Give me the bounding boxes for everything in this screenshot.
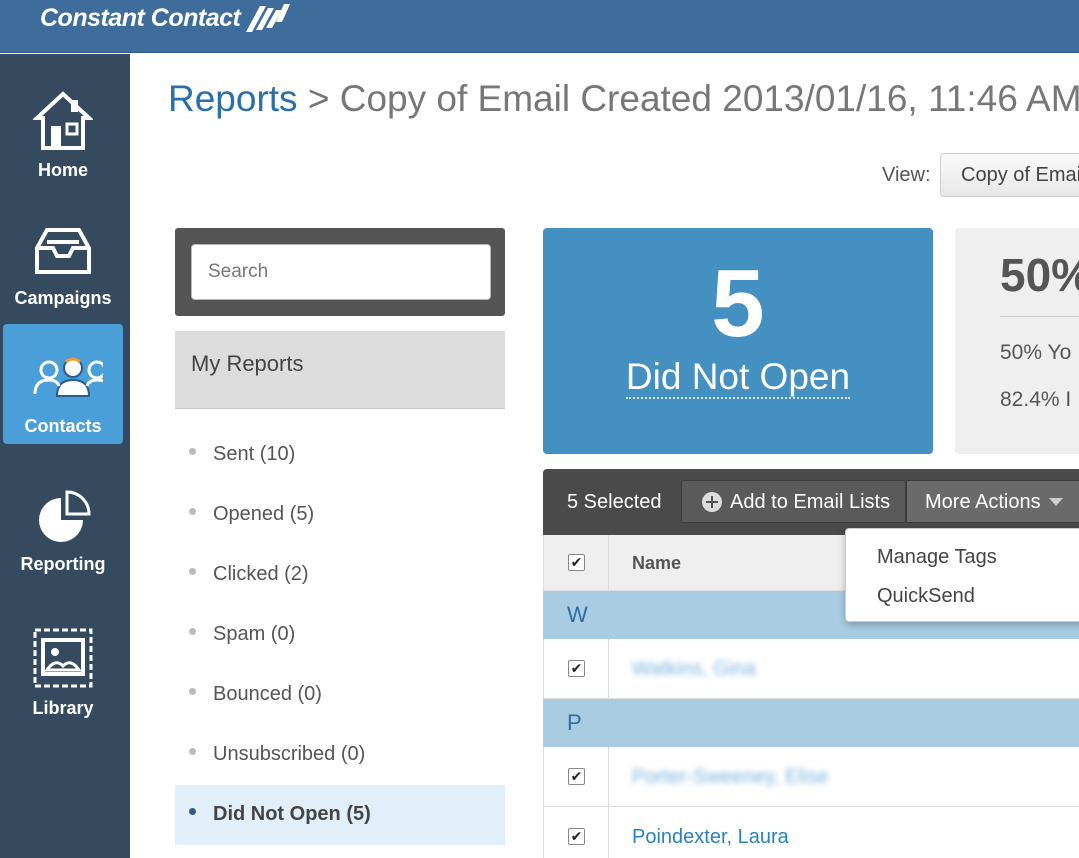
report-item-label: Did Not Open (5) xyxy=(213,803,371,825)
breadcrumb-separator: > xyxy=(297,78,340,119)
more-actions-button[interactable]: More Actions xyxy=(906,480,1079,523)
nav-campaigns-label: Campaigns xyxy=(14,288,112,308)
my-reports-heading: My Reports xyxy=(175,331,505,409)
table-row: ✔ Porter-Sweeney, Elise xyxy=(543,747,1079,807)
campaigns-icon xyxy=(35,228,91,274)
nav-reporting[interactable]: Reporting xyxy=(3,462,123,582)
more-actions-menu: Manage Tags QuickSend xyxy=(845,528,1079,622)
nav-library-label: Library xyxy=(32,698,94,718)
menu-item-quicksend[interactable]: QuickSend xyxy=(877,585,975,608)
add-to-email-lists-button[interactable]: Add to Email Lists xyxy=(681,480,906,523)
chevron-down-icon xyxy=(1049,498,1063,506)
report-item-clicked[interactable]: Clicked (2) xyxy=(175,545,505,605)
report-item-label: Clicked (2) xyxy=(213,563,309,585)
breadcrumb-reports-link[interactable]: Reports xyxy=(168,78,298,119)
bullet-icon xyxy=(189,628,196,635)
row-checkbox[interactable]: ✔ xyxy=(568,660,585,677)
open-rate-line-2: 82.4% I xyxy=(1000,388,1072,411)
add-button-label: Add to Email Lists xyxy=(730,491,891,513)
report-item-label: Bounced (0) xyxy=(213,683,322,705)
row-check-cell: ✔ xyxy=(544,747,609,806)
bullet-icon xyxy=(189,508,196,515)
bullet-icon xyxy=(189,688,196,695)
stat-label[interactable]: Did Not Open xyxy=(543,356,933,399)
view-label: View: xyxy=(882,164,931,186)
selected-count: 5 Selected xyxy=(567,491,662,513)
row-check-cell: ✔ xyxy=(544,639,609,698)
select-all-checkbox[interactable]: ✔ xyxy=(568,554,585,571)
plus-circle-icon xyxy=(702,492,722,512)
report-item-sent[interactable]: Sent (10) xyxy=(175,425,505,485)
nav-home-label: Home xyxy=(37,160,88,180)
contact-name-link[interactable]: Watkins, Gina xyxy=(632,658,756,681)
row-checkbox[interactable]: ✔ xyxy=(568,768,585,785)
nav-library[interactable]: Library xyxy=(3,606,123,726)
report-item-did-not-open[interactable]: Did Not Open (5) xyxy=(175,785,505,845)
did-not-open-tile: 5 Did Not Open xyxy=(543,228,933,454)
home-icon xyxy=(33,91,93,150)
contact-name-link[interactable]: Porter-Sweeney, Elise xyxy=(632,766,828,789)
search-input[interactable] xyxy=(191,244,491,300)
table-row: ✔ Poindexter, Laura xyxy=(543,807,1079,858)
report-item-spam[interactable]: Spam (0) xyxy=(175,605,505,665)
bullet-icon xyxy=(189,448,196,455)
contacts-toolbar: 5 Selected Add to Email Lists More Actio… xyxy=(543,469,1079,535)
report-list: Sent (10) Opened (5) Clicked (2) Spam (0… xyxy=(175,425,505,845)
search-panel xyxy=(175,228,505,316)
nav-contacts[interactable]: Contacts xyxy=(3,324,123,444)
report-item-label: Opened (5) xyxy=(213,503,315,525)
open-rate-percent: 50% xyxy=(1000,249,1079,301)
brand-logo-icon xyxy=(246,4,290,32)
nav-contacts-label: Contacts xyxy=(24,416,102,436)
breadcrumb-current: Copy of Email Created 2013/01/16, 11:46 … xyxy=(339,78,1079,119)
nav-reporting-label: Reporting xyxy=(20,554,106,574)
select-all-cell: ✔ xyxy=(544,535,609,591)
image-library-icon xyxy=(33,628,93,688)
open-rate-line-1: 50% Yo xyxy=(1000,341,1072,364)
stat-label-text: Did Not Open xyxy=(625,356,851,399)
left-navigation: Home Campaigns Contacts Reporting Librar… xyxy=(0,54,130,858)
report-item-opened[interactable]: Opened (5) xyxy=(175,485,505,545)
group-letter: W xyxy=(567,602,588,627)
bullet-icon xyxy=(189,748,196,755)
report-item-label: Unsubscribed (0) xyxy=(213,743,366,765)
report-item-label: Spam (0) xyxy=(213,623,296,645)
bullet-icon xyxy=(189,808,196,815)
nav-home[interactable]: Home xyxy=(3,68,123,188)
brand-logo-text[interactable]: Constant Contact xyxy=(40,4,241,33)
contact-name-link[interactable]: Poindexter, Laura xyxy=(632,826,789,849)
pie-chart-icon xyxy=(39,490,91,542)
menu-item-manage-tags[interactable]: Manage Tags xyxy=(877,546,997,569)
table-row: ✔ Watkins, Gina xyxy=(543,639,1079,699)
report-item-unsubscribed[interactable]: Unsubscribed (0) xyxy=(175,725,505,785)
group-letter: P xyxy=(567,710,582,735)
bullet-icon xyxy=(189,568,196,575)
divider xyxy=(1000,316,1079,317)
report-item-label: Sent (10) xyxy=(213,443,296,465)
row-check-cell: ✔ xyxy=(544,807,609,858)
row-checkbox[interactable]: ✔ xyxy=(568,828,585,845)
breadcrumb: Reports > Copy of Email Created 2013/01/… xyxy=(168,78,1079,120)
report-item-bounced[interactable]: Bounced (0) xyxy=(175,665,505,725)
nav-campaigns[interactable]: Campaigns xyxy=(3,196,123,316)
open-rate-tile: 50% 50% Yo 82.4% I xyxy=(955,228,1079,454)
column-header-name[interactable]: Name xyxy=(632,553,681,574)
view-select[interactable]: Copy of Email Created 2013/01/16 xyxy=(940,153,1079,197)
group-header: P xyxy=(543,699,1079,747)
more-actions-label: More Actions xyxy=(925,491,1041,513)
contacts-icon xyxy=(33,357,103,397)
top-bar: Constant Contact xyxy=(0,0,1079,53)
stat-count: 5 xyxy=(711,250,765,357)
